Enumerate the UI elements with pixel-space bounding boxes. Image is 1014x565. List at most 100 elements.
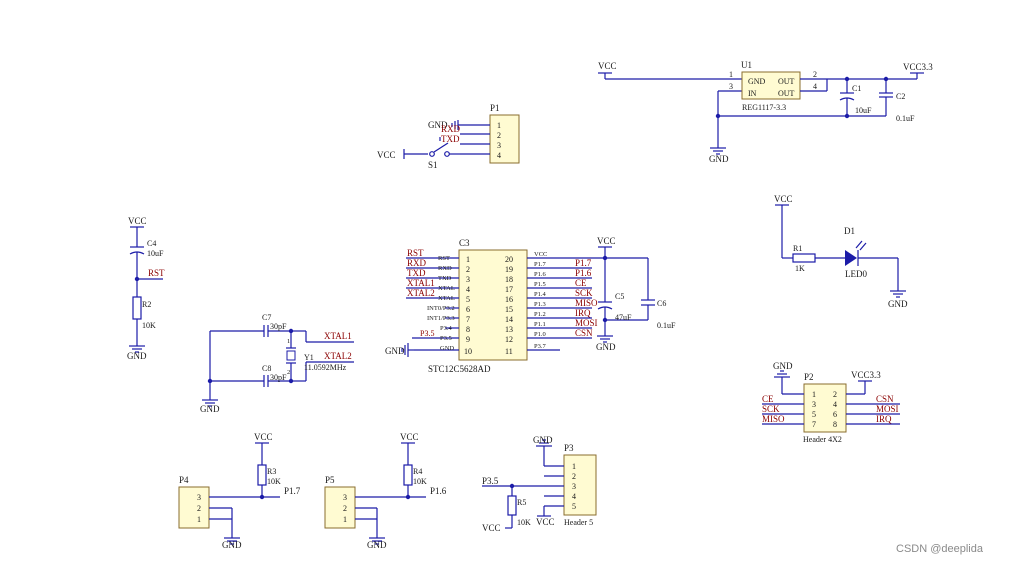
mcu-rpin-16: P1.4 [534,291,546,298]
p2-net-mosi: MOSI [876,404,899,414]
mcu-rpin-18: P1.6 [534,271,546,278]
mcu-rpin-19: P1.7 [534,261,546,268]
p3-vcc-a: VCC [482,523,501,533]
mcu-net-miso: MISO [575,298,598,308]
r1-val: 1K [795,264,805,273]
u1-pin4: 4 [813,82,817,91]
u1-vcc33-label: VCC3.3 [903,62,933,72]
p4-pin3: 3 [197,493,201,502]
mcu-net-xtal2: XTAL2 [407,288,435,298]
u1-part: REG1117-3.3 [742,103,786,112]
mcu-lpin-8: P3.4 [440,325,452,332]
mcu-net-rxd: RXD [407,258,427,268]
p2-rnum-2: 2 [833,390,837,399]
mcu-rnum-13: 13 [505,325,513,334]
mcu-lnum-2: 2 [466,265,470,274]
mcu-net-xtal1: XTAL1 [407,278,435,288]
p2-net-ce: CE [762,394,774,404]
p5-pin1: 1 [343,515,347,524]
c8-val: 30pF [270,373,287,382]
p1-rxd-net: RXD [441,124,461,134]
p5-vcc-label: VCC [400,432,419,442]
c8-ref: C8 [262,364,271,373]
r4-val: 10K [413,477,427,486]
mcu-lpin-7: INT1/P3.3 [427,315,455,322]
mcu-lnum-1: 1 [466,255,470,264]
u1-pin1: 1 [729,70,733,79]
u1-ref: U1 [741,60,752,70]
r2-ref: R2 [142,300,151,309]
u1-out-pin: OUT [778,77,795,86]
p1-pin1: 1 [497,121,501,130]
reset-gnd-label: GND [127,351,147,361]
s1-ref: S1 [428,160,438,170]
p3-net: P3.5 [482,476,499,486]
d1-val: LED0 [845,269,867,279]
r3-ref: R3 [267,467,276,476]
mcu-gnd-label: GND [385,346,405,356]
mcu-lnum-6: 6 [466,305,470,314]
c5-ref: C5 [615,292,624,301]
mcu-section: C3 STC12C5628AD 1 2 3 4 5 6 7 8 9 10 RST… [385,236,676,374]
mcu-net-p17: P1.7 [575,258,592,268]
p4-header-section: P4 3 2 1 VCC R3 10K P1.7 GND [178,432,301,550]
mcu-lpin-6: INT0/P3.2 [427,305,455,312]
p4-gnd-label: GND [222,540,242,550]
regulator-section: VCC U1 1 3 2 4 GND IN OUT OUT REG1117-3.… [598,60,933,164]
crystal-xtal2-net: XTAL2 [324,351,352,361]
mcu-rnum-18: 18 [505,275,513,284]
mcu-rpin-20: VCC [534,251,547,258]
mcu-cap-gnd-label: GND [596,342,616,352]
mcu-lnum-4: 4 [466,285,470,294]
p2-lnum-5: 5 [812,410,816,419]
p2-body [803,383,847,433]
u1-pin2: 2 [813,70,817,79]
mcu-lnum-10: 10 [464,347,472,356]
r5-ref: R5 [517,498,526,507]
p1-vcc-label: VCC [377,150,396,160]
mcu-ref: C3 [459,238,470,248]
mcu-rnum-15: 15 [505,305,513,314]
p4-net: P1.7 [284,486,301,496]
mcu-net-p16: P1.6 [575,268,592,278]
mcu-lnum-9: 9 [466,335,470,344]
p3-header-section: P3 Header 5 1 2 3 4 5 GND P3.5 R5 10K VC… [482,435,597,533]
p4-vcc-label: VCC [254,432,273,442]
p3-pin4: 4 [572,492,576,501]
p3-vcc-b: VCC [536,517,555,527]
p1-body [489,114,520,164]
c7-ref: C7 [262,313,271,322]
c1-val: 10uF [855,106,872,115]
mcu-rpin-13: P1.1 [534,321,546,328]
mcu-net-irq: IRQ [575,308,591,318]
mcu-rnum-11: 11 [505,347,513,356]
p3-ref: P3 [564,443,574,453]
crystal-xtal1-net: XTAL1 [324,331,352,341]
p2-net-irq: IRQ [876,414,892,424]
p2-lnum-7: 7 [812,420,816,429]
p3-pin2: 2 [572,472,576,481]
p2-net-sck: SCK [762,404,780,414]
mcu-rpin-15: P1.3 [534,301,546,308]
u1-gnd-label: GND [709,154,729,164]
mcu-rnum-12: 12 [505,335,513,344]
mcu-lpin-5: XTAL [438,295,455,302]
mcu-lpin-4: XTAL [438,285,455,292]
c7-val: 30pF [270,322,287,331]
c6-val: 0.1uF [657,321,676,330]
reset-section: VCC C4 10uF RST R2 10K GND [127,216,165,361]
mcu-part: STC12C5628AD [428,364,491,374]
c5-val: 47uF [615,313,632,322]
p5-ref: P5 [325,475,335,485]
mcu-lpin-1: RST [438,255,450,262]
p5-gnd-label: GND [367,540,387,550]
reset-vcc-label: VCC [128,216,147,226]
p1-header-section: P1 1 2 3 4 GND RXD TXD VCC S1 [377,103,520,170]
p2-net-miso: MISO [762,414,785,424]
mcu-rnum-19: 19 [505,265,513,274]
p5-pin3: 3 [343,493,347,502]
mcu-net-csn: CSN [575,328,593,338]
p2-lnum-1: 1 [812,390,816,399]
p3-gnd-label: GND [533,435,553,445]
csdn-watermark: CSDN @deeplida [896,543,984,555]
